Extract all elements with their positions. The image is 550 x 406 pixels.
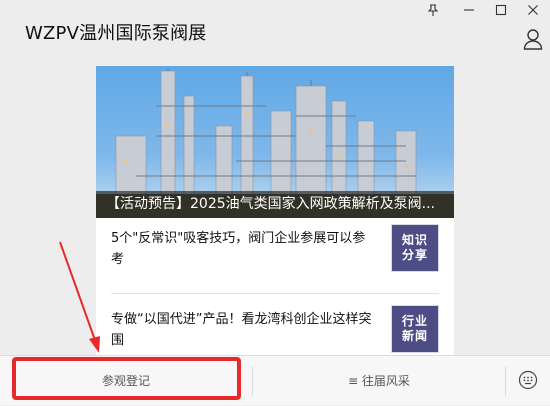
thumbnail-text: 新闻 bbox=[401, 329, 428, 343]
hero-caption: 【活动预告】2025油气类国家入网政策解析及泵阀... bbox=[96, 191, 454, 218]
article-thumbnail: 行业 新闻 bbox=[391, 305, 439, 353]
highlight-box bbox=[12, 357, 241, 400]
user-profile-icon[interactable] bbox=[523, 28, 543, 50]
article-divider bbox=[111, 293, 439, 294]
article-thumbnail: 知识 分享 bbox=[391, 224, 439, 272]
close-icon[interactable] bbox=[523, 4, 543, 20]
article-item[interactable]: 5个"反常识"吸客技巧，阀门企业参展可以参考 知识 分享 bbox=[96, 218, 454, 288]
past-highlights-button[interactable]: ≡ 往届风采 bbox=[253, 356, 505, 406]
article-feed: 【活动预告】2025油气类国家入网政策解析及泵阀... 5个"反常识"吸客技巧，… bbox=[96, 66, 454, 355]
thumbnail-text: 行业 bbox=[401, 314, 428, 328]
thumbnail-text: 知识 bbox=[401, 233, 428, 247]
account-title: WZPV温州国际泵阀展 bbox=[25, 23, 207, 44]
hero-article[interactable]: 【活动预告】2025油气类国家入网政策解析及泵阀... bbox=[96, 66, 454, 218]
menu-separator bbox=[505, 366, 506, 396]
thumbnail-text: 分享 bbox=[401, 248, 428, 262]
article-title: 5个"反常识"吸客技巧，阀门企业参展可以参考 bbox=[111, 231, 366, 267]
pin-icon[interactable] bbox=[423, 4, 443, 20]
article-title: 专做“以国代进”产品！看龙湾科创企业这样突围 bbox=[111, 312, 372, 348]
keyboard-icon[interactable] bbox=[518, 370, 538, 390]
wechat-account-window: WZPV温州国际泵阀展 【活动预告】2025油气类国家入网政策解析及泵阀... … bbox=[0, 0, 550, 405]
minimize-icon[interactable] bbox=[459, 4, 479, 20]
title-bar: WZPV温州国际泵阀展 bbox=[0, 0, 550, 62]
maximize-icon[interactable] bbox=[491, 4, 511, 20]
article-item[interactable]: 专做“以国代进”产品！看龙湾科创企业这样突围 行业 新闻 bbox=[96, 299, 454, 355]
